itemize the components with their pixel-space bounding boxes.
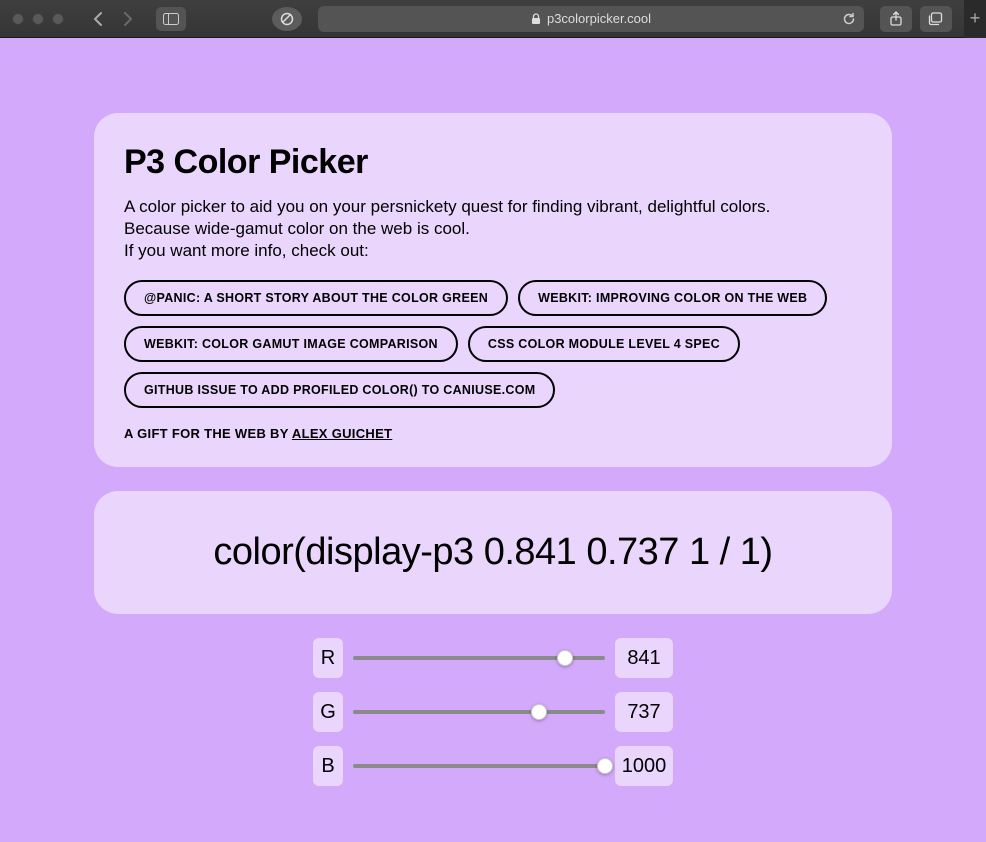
slider-value-b[interactable]: 1000 [615,746,673,786]
desc-line: Because wide-gamut color on the web is c… [124,218,862,240]
slider-track [353,764,605,768]
reference-link[interactable]: GITHUB ISSUE TO ADD PROFILED COLOR() TO … [124,372,555,408]
slider-label-b: B [313,746,343,786]
address-bar[interactable]: p3colorpicker.cool [318,6,864,32]
slider-g[interactable] [353,692,605,732]
tabs-overview-button[interactable] [920,6,952,32]
lock-icon [531,13,541,25]
credit-prefix: A GIFT FOR THE WEB BY [124,426,292,441]
credit-line: A GIFT FOR THE WEB BY ALEX GUICHET [124,426,862,441]
desc-line: A color picker to aid you on your persni… [124,196,862,218]
page-viewport: P3 Color Picker A color picker to aid yo… [0,38,986,842]
share-button[interactable] [880,6,912,32]
nav-buttons [84,7,142,31]
slider-thumb[interactable] [557,650,573,666]
browser-toolbar: p3colorpicker.cool + [0,0,986,38]
slider-value-r[interactable]: 841 [615,638,673,678]
slider-track [353,710,605,714]
slider-value-g[interactable]: 737 [615,692,673,732]
channel-sliders: R 841 G 737 B 1000 [313,638,673,786]
intro-card: P3 Color Picker A color picker to aid yo… [94,113,892,467]
page-description: A color picker to aid you on your persni… [124,196,862,262]
window-controls [12,13,64,25]
slider-label-g: G [313,692,343,732]
url-host: p3colorpicker.cool [547,11,651,26]
new-tab-button[interactable]: + [964,0,986,38]
slider-row-g: G 737 [313,692,673,732]
forward-button[interactable] [114,7,142,31]
credit-author-link[interactable]: ALEX GUICHET [292,426,392,441]
reference-link[interactable]: @PANIC: A SHORT STORY ABOUT THE COLOR GR… [124,280,508,316]
slider-r[interactable] [353,638,605,678]
reference-link[interactable]: WEBKIT: IMPROVING COLOR ON THE WEB [518,280,827,316]
slider-b[interactable] [353,746,605,786]
reference-links: @PANIC: A SHORT STORY ABOUT THE COLOR GR… [124,280,862,408]
slider-thumb[interactable] [597,758,613,774]
color-css-output[interactable]: color(display-p3 0.841 0.737 1 / 1) [124,531,862,574]
reference-link[interactable]: WEBKIT: COLOR GAMUT IMAGE COMPARISON [124,326,458,362]
desc-line: If you want more info, check out: [124,240,862,262]
minimize-window-button[interactable] [32,13,44,25]
reference-link[interactable]: CSS COLOR MODULE LEVEL 4 SPEC [468,326,740,362]
slider-row-b: B 1000 [313,746,673,786]
sidebar-toggle-button[interactable] [156,7,186,31]
output-card: color(display-p3 0.841 0.737 1 / 1) [94,491,892,614]
back-button[interactable] [84,7,112,31]
slider-thumb[interactable] [531,704,547,720]
close-window-button[interactable] [12,13,24,25]
slider-row-r: R 841 [313,638,673,678]
page-title: P3 Color Picker [124,143,862,182]
reload-button[interactable] [842,12,856,26]
reader-mode-button[interactable] [272,7,302,31]
zoom-window-button[interactable] [52,13,64,25]
slider-label-r: R [313,638,343,678]
toolbar-right: + [880,0,974,38]
